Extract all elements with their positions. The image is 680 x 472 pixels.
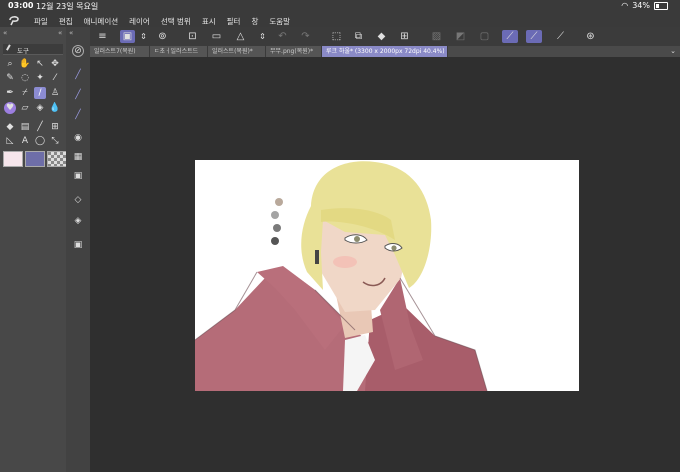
copy-icon[interactable]: ⧉ — [352, 30, 365, 43]
hand-tool-icon[interactable]: ✋ — [19, 58, 31, 70]
save-options-icon[interactable]: ⇕ — [256, 30, 269, 43]
fill-icon[interactable]: ◆ — [375, 30, 388, 43]
tab-document-4[interactable]: 무무.png(복원)* — [266, 46, 322, 57]
pen-icon — [6, 44, 16, 54]
snap-special-ruler-icon[interactable]: ⟋ — [526, 30, 542, 43]
menu-animation[interactable]: 애니메이션 — [84, 16, 119, 27]
layer-icon[interactable]: ◈ — [72, 215, 84, 227]
material-icon[interactable]: ▣ — [72, 239, 84, 251]
tab-document-3[interactable]: 일러스트(복원)* — [208, 46, 266, 57]
zoom-tool-icon[interactable]: ⌕ — [4, 58, 16, 70]
battery-percent: 34% — [632, 1, 650, 10]
balloon-tool-icon[interactable]: ◯ — [34, 135, 46, 147]
navigator-icon[interactable]: ⊘ — [72, 45, 84, 57]
open-icon[interactable]: ▭ — [210, 30, 223, 43]
drawing-mode-icon[interactable]: ▣ — [120, 30, 135, 43]
menu-help[interactable]: 도움말 — [269, 16, 290, 27]
main-color-swatch[interactable] — [3, 151, 23, 167]
deselect-icon[interactable]: ⬚ — [330, 30, 343, 43]
magic-wand-icon[interactable]: ✦ — [34, 72, 46, 84]
companion-icon[interactable]: ⊚ — [156, 30, 169, 43]
brush-tool-icon[interactable]: ⌿ — [19, 87, 31, 99]
snap-grid-icon[interactable]: ⟋ — [554, 30, 567, 43]
text-tool-icon[interactable]: A — [19, 135, 31, 147]
menu-file[interactable]: 파일 — [34, 16, 48, 27]
tool-panel: « « 도구 ⌕ ✋ ↖ ✥ ✎ ◌ ✦ ⁄ ✒ ⌿ / ♙ ♥ ▱ ◈ 💧 ◆… — [0, 27, 67, 472]
decoration-tool-icon[interactable]: ♙ — [49, 87, 61, 99]
lasso-tool-icon[interactable]: ◌ — [19, 72, 31, 84]
fill-selection-icon[interactable]: ◩ — [454, 30, 467, 43]
edge-keyboard-icon[interactable]: ⊛ — [584, 30, 597, 43]
tab-document-2[interactable]: ㄷ초ㅓ일러스트드 — [150, 46, 208, 57]
menu-window[interactable]: 창 — [251, 16, 258, 27]
smudge-tool-icon[interactable]: ◈ — [34, 102, 46, 114]
clock: 03:00 — [8, 1, 34, 10]
figure-tool-icon[interactable]: ╱ — [34, 121, 46, 133]
frame-tool-icon[interactable]: ⊞ — [49, 121, 61, 133]
layer-property-icon[interactable]: ◇ — [72, 194, 84, 206]
intermediate-color-icon[interactable]: ▣ — [72, 170, 84, 182]
artwork — [195, 161, 488, 391]
tab-document-active[interactable]: 루크 하울* (3300 x 2000px 72dpi 40.4%) — [322, 46, 448, 57]
menu-view[interactable]: 표시 — [202, 16, 216, 27]
eraser-tool-icon[interactable]: ▱ — [19, 102, 31, 114]
sub-tool-strip: « ⊘ ╱ ╱ ╱ ◉ ▦ ▣ ◇ ◈ ▣ — [66, 27, 91, 472]
pen-tool-icon[interactable]: ✒ — [4, 87, 16, 99]
brush-size-icon[interactable]: ╱ — [72, 69, 84, 81]
date: 12월 23일 목요일 — [36, 2, 99, 11]
tool-tab-label: 도구 — [17, 47, 29, 55]
transparent-color-swatch[interactable] — [47, 151, 67, 167]
snap-ruler-icon[interactable]: ⟋ — [502, 30, 518, 43]
operation-tool-icon[interactable]: ↖ — [34, 58, 46, 70]
collapse-left-icon[interactable]: « — [3, 29, 7, 37]
clear-icon[interactable]: ▨ — [430, 30, 443, 43]
menu-bar: 파일 편집 애니메이션 레이어 선택 범위 표시 필터 창 도움말 — [0, 13, 680, 27]
canvas-paper[interactable] — [195, 160, 579, 391]
redo-icon[interactable]: ↷ — [299, 30, 312, 43]
menu-layer[interactable]: 레이어 — [129, 16, 150, 27]
eyedropper-icon[interactable]: ⁄ — [49, 72, 61, 84]
collapse-tool-panel-icon[interactable]: « — [58, 29, 62, 37]
tab-document-1[interactable]: 일러스트7(복원) — [90, 46, 150, 57]
color-wheel-icon[interactable]: ◉ — [72, 132, 84, 144]
document-tabs: 일러스트7(복원) ㄷ초ㅓ일러스트드 일러스트(복원)* 무무.png(복원)*… — [90, 46, 680, 57]
battery-icon — [654, 1, 668, 10]
collapse-strip-icon[interactable]: « — [69, 29, 73, 37]
undo-icon[interactable]: ↶ — [276, 30, 289, 43]
blend-tool-icon[interactable]: ♥ — [4, 102, 16, 114]
ruler-tool-icon[interactable]: ◺ — [4, 135, 16, 147]
fill-tool-icon[interactable]: ◆ — [4, 121, 16, 133]
correct-line-tool-icon[interactable]: ⤡ — [49, 135, 61, 147]
drop-tool-icon[interactable]: 💧 — [49, 102, 61, 114]
save-icon[interactable]: △ — [234, 30, 247, 43]
sub-color-swatch[interactable] — [25, 151, 45, 167]
hamburger-menu-icon[interactable]: ≡ — [96, 30, 109, 43]
gradient-tool-icon[interactable]: ▤ — [19, 121, 31, 133]
color-set-icon[interactable]: ▦ — [72, 151, 84, 163]
brush-opacity-icon[interactable]: ╱ — [72, 89, 84, 101]
menu-selection[interactable]: 선택 범위 — [161, 16, 191, 27]
status-right: ◠ 34% — [621, 1, 668, 10]
menu-edit[interactable]: 편집 — [59, 16, 73, 27]
transform-icon[interactable]: ⊞ — [398, 30, 411, 43]
updown-icon[interactable]: ⇕ — [137, 30, 150, 43]
app-logo-icon[interactable] — [8, 14, 20, 26]
pencil-tool-icon[interactable]: ✎ — [4, 72, 16, 84]
chevron-down-icon[interactable]: ⌄ — [670, 46, 676, 57]
tool-tab[interactable]: 도구 — [3, 44, 63, 55]
status-bar: 03:00 12월 23일 목요일 ◠ 34% — [0, 0, 680, 13]
wifi-icon: ◠ — [621, 1, 629, 10]
brush-settings-icon[interactable]: ╱ — [72, 109, 84, 121]
command-bar: ≡ ▣ ⇕ ⊚ ⊡ ▭ △ ⇕ ↶ ↷ ⬚ ⧉ ◆ ⊞ ▨ ◩ ▢ ⟋ ⟋ ⟋ … — [90, 27, 680, 47]
menu-filter[interactable]: 필터 — [227, 16, 241, 27]
move-tool-icon[interactable]: ✥ — [49, 58, 61, 70]
crop-icon[interactable]: ▢ — [478, 30, 491, 43]
new-canvas-icon[interactable]: ⊡ — [186, 30, 199, 43]
airbrush-tool-icon[interactable]: / — [34, 87, 46, 99]
